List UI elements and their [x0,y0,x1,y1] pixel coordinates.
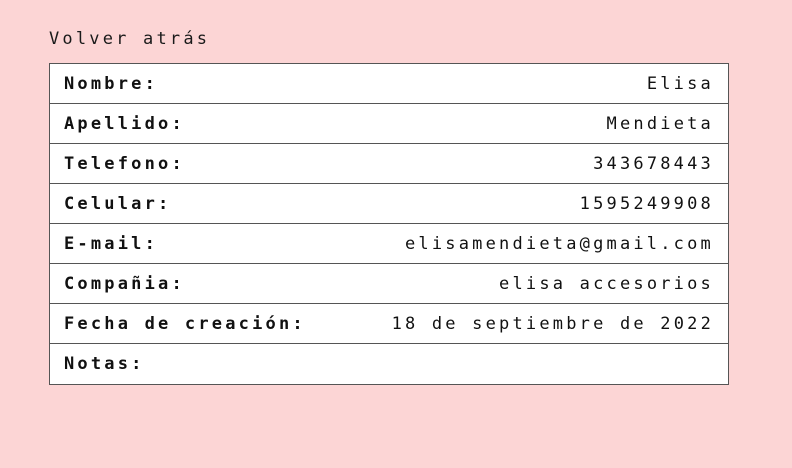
row-notas: Notas: [50,344,728,384]
apellido-label: Apellido: [64,113,185,134]
compania-value: elisa accesorios [499,273,714,294]
row-email: E-mail: elisamendieta@gmail.com [50,224,728,264]
celular-value: 1595249908 [579,193,714,214]
notas-label: Notas: [64,354,145,374]
nombre-label: Nombre: [64,73,159,94]
telefono-label: Telefono: [64,153,185,174]
apellido-value: Mendieta [606,113,714,134]
celular-label: Celular: [64,193,172,214]
fecha-creacion-value: 18 de septiembre de 2022 [391,313,714,334]
back-link[interactable]: Volver atrás [49,29,210,49]
email-label: E-mail: [64,233,159,254]
compania-label: Compañia: [64,273,185,294]
telefono-value: 343678443 [593,153,714,174]
row-compania: Compañia: elisa accesorios [50,264,728,304]
email-value: elisamendieta@gmail.com [404,233,714,254]
row-nombre: Nombre: Elisa [50,64,728,104]
row-fecha-creacion: Fecha de creación: 18 de septiembre de 2… [50,304,728,344]
row-apellido: Apellido: Mendieta [50,104,728,144]
row-celular: Celular: 1595249908 [50,184,728,224]
nombre-value: Elisa [646,73,714,94]
fecha-creacion-label: Fecha de creación: [64,313,306,334]
contact-details-table: Nombre: Elisa Apellido: Mendieta Telefon… [49,63,729,385]
row-telefono: Telefono: 343678443 [50,144,728,184]
